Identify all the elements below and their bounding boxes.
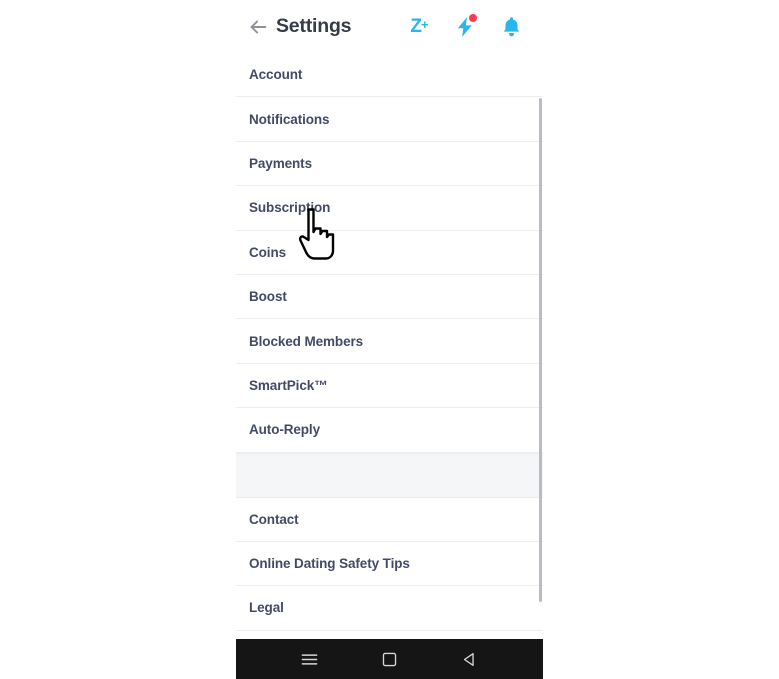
settings-row-label: Account <box>249 67 303 83</box>
settings-row-boost[interactable]: Boost <box>236 274 543 320</box>
settings-row-label: Subscription <box>249 200 331 216</box>
settings-row-account[interactable]: Account <box>236 53 543 98</box>
settings-row-label: Coins <box>249 244 287 260</box>
zoosk-plus-glyph: Z+ <box>410 16 428 37</box>
settings-row-auto-reply[interactable]: Auto-Reply <box>236 408 543 453</box>
settings-row-label: Payments <box>249 155 312 171</box>
settings-row-blocked-members[interactable]: Blocked Members <box>236 319 543 364</box>
scrollbar-thumb[interactable] <box>539 98 542 602</box>
boost-lightning-icon[interactable] <box>452 13 478 40</box>
back-button[interactable] <box>454 644 484 674</box>
settings-row-label: Legal <box>249 600 284 616</box>
settings-row-subscription[interactable]: Subscription <box>236 186 543 231</box>
settings-row-label: Blocked Members <box>249 333 364 349</box>
screenshot-root: Settings Z+ Account Notifications Paymen… <box>0 0 779 679</box>
settings-row-label: Boost <box>249 289 287 305</box>
app-header: Settings Z+ <box>236 0 543 53</box>
recents-button[interactable] <box>295 644 325 674</box>
settings-row-label: Contact <box>249 511 299 527</box>
notification-badge-dot <box>469 13 477 22</box>
settings-row-legal[interactable]: Legal <box>236 586 543 631</box>
phone-viewport: Settings Z+ Account Notifications Paymen… <box>236 0 543 679</box>
zoosk-plus-icon[interactable]: Z+ <box>406 14 432 40</box>
settings-row-online-dating-safety-tips[interactable]: Online Dating Safety Tips <box>236 541 543 587</box>
page-title: Settings <box>276 15 352 37</box>
settings-row-contact[interactable]: Contact <box>236 497 543 542</box>
android-navigation-bar <box>236 639 543 679</box>
settings-row-notifications[interactable]: Notifications <box>236 97 543 142</box>
notifications-bell-icon[interactable] <box>498 14 524 40</box>
back-arrow-icon[interactable] <box>245 14 271 40</box>
settings-row-label: Notifications <box>249 111 330 127</box>
settings-row-label: Online Dating Safety Tips <box>249 556 410 572</box>
scrollbar-track[interactable] <box>539 49 543 602</box>
home-button[interactable] <box>374 644 404 674</box>
settings-list: Account Notifications Payments Subscript… <box>236 53 543 676</box>
settings-row-payments[interactable]: Payments <box>236 141 543 187</box>
settings-row-label: Auto-Reply <box>249 422 320 438</box>
header-actions: Z+ <box>406 13 530 40</box>
settings-section-spacer <box>236 452 543 498</box>
settings-row-label: SmartPick™ <box>249 377 328 393</box>
settings-row-smartpick[interactable]: SmartPick™ <box>236 363 543 409</box>
settings-row-coins[interactable]: Coins <box>236 230 543 275</box>
